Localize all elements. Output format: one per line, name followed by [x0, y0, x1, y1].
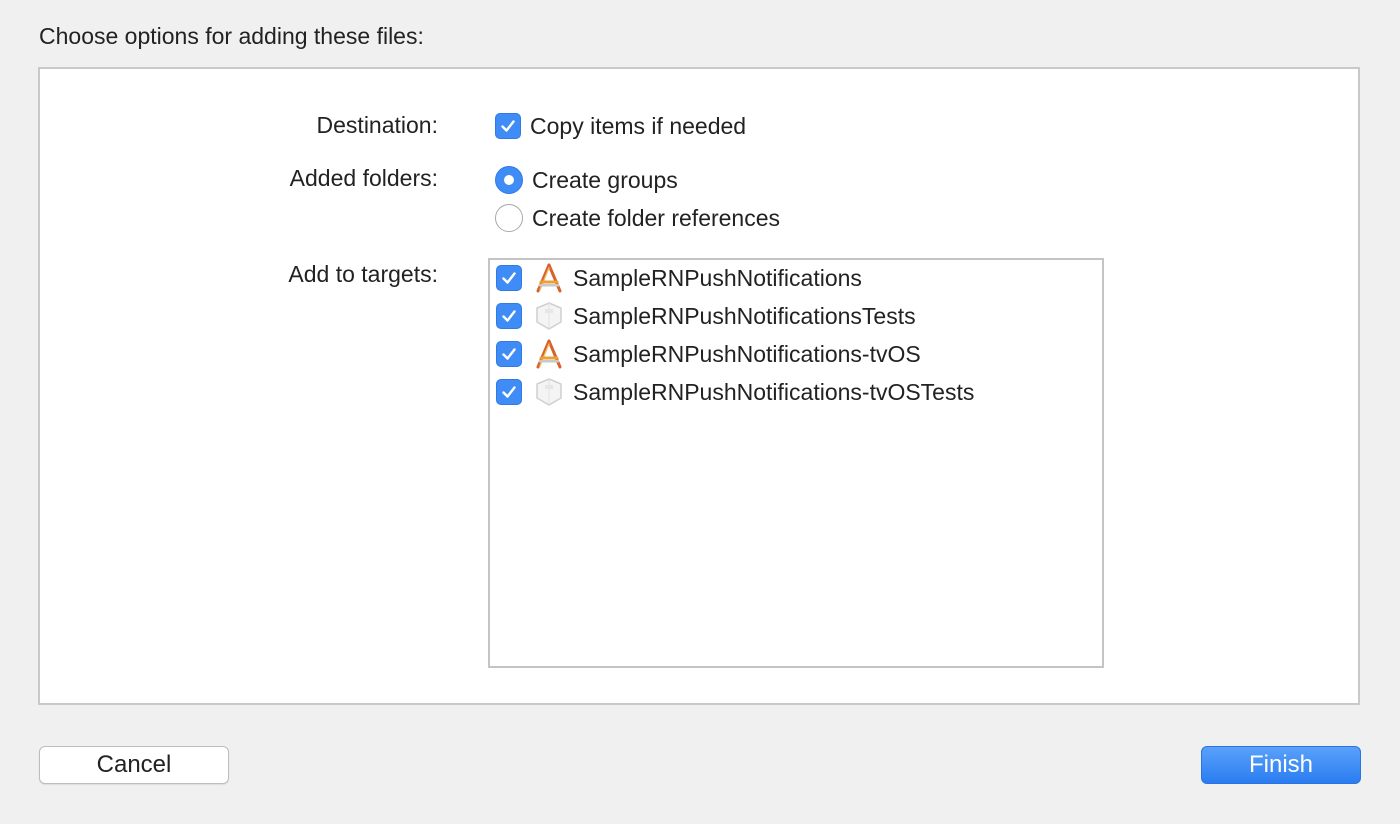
- added-folders-label: Added folders:: [289, 165, 438, 191]
- target-checkbox[interactable]: [496, 341, 522, 367]
- create-folder-references-label: Create folder references: [532, 204, 781, 231]
- create-groups-radio-option[interactable]: Create groups: [495, 164, 678, 196]
- target-checkbox[interactable]: [496, 303, 522, 329]
- options-panel: Destination: Copy items if needed Added …: [38, 67, 1360, 705]
- copy-items-checkbox-option[interactable]: Copy items if needed: [495, 110, 746, 142]
- target-checkbox[interactable]: [496, 265, 522, 291]
- target-row[interactable]: SampleRNPushNotificationsTests: [496, 298, 916, 334]
- cancel-button[interactable]: Cancel: [39, 746, 229, 784]
- target-row[interactable]: SampleRNPushNotifications-tvOS: [496, 336, 921, 372]
- target-name: SampleRNPushNotifications-tvOS: [573, 340, 921, 367]
- checkmark-icon: [501, 120, 515, 132]
- checkmark-icon: [502, 348, 516, 360]
- target-row[interactable]: SampleRNPushNotifications: [496, 260, 862, 296]
- copy-items-label: Copy items if needed: [530, 112, 747, 139]
- test-bundle-icon: [532, 299, 566, 333]
- create-groups-label: Create groups: [532, 166, 678, 193]
- create-groups-radio[interactable]: [495, 166, 523, 194]
- target-name: SampleRNPushNotifications: [573, 264, 862, 291]
- copy-items-checkbox[interactable]: [495, 113, 521, 139]
- finish-button[interactable]: Finish: [1201, 746, 1361, 784]
- dialog-heading: Choose options for adding these files:: [39, 23, 424, 49]
- create-folder-references-radio[interactable]: [495, 204, 523, 232]
- checkmark-icon: [502, 386, 516, 398]
- checkmark-icon: [502, 272, 516, 284]
- target-name: SampleRNPushNotifications-tvOSTests: [573, 378, 975, 405]
- create-folder-references-radio-option[interactable]: Create folder references: [495, 202, 780, 234]
- app-target-icon: [532, 337, 566, 371]
- app-target-icon: [532, 261, 566, 295]
- destination-label: Destination:: [316, 112, 438, 138]
- target-row[interactable]: SampleRNPushNotifications-tvOSTests: [496, 374, 974, 410]
- add-to-targets-label: Add to targets:: [288, 261, 438, 287]
- checkmark-icon: [502, 310, 516, 322]
- target-checkbox[interactable]: [496, 379, 522, 405]
- target-name: SampleRNPushNotificationsTests: [573, 302, 916, 329]
- test-bundle-icon: [532, 375, 566, 409]
- targets-list[interactable]: SampleRNPushNotifications SampleRNPushNo…: [488, 258, 1104, 668]
